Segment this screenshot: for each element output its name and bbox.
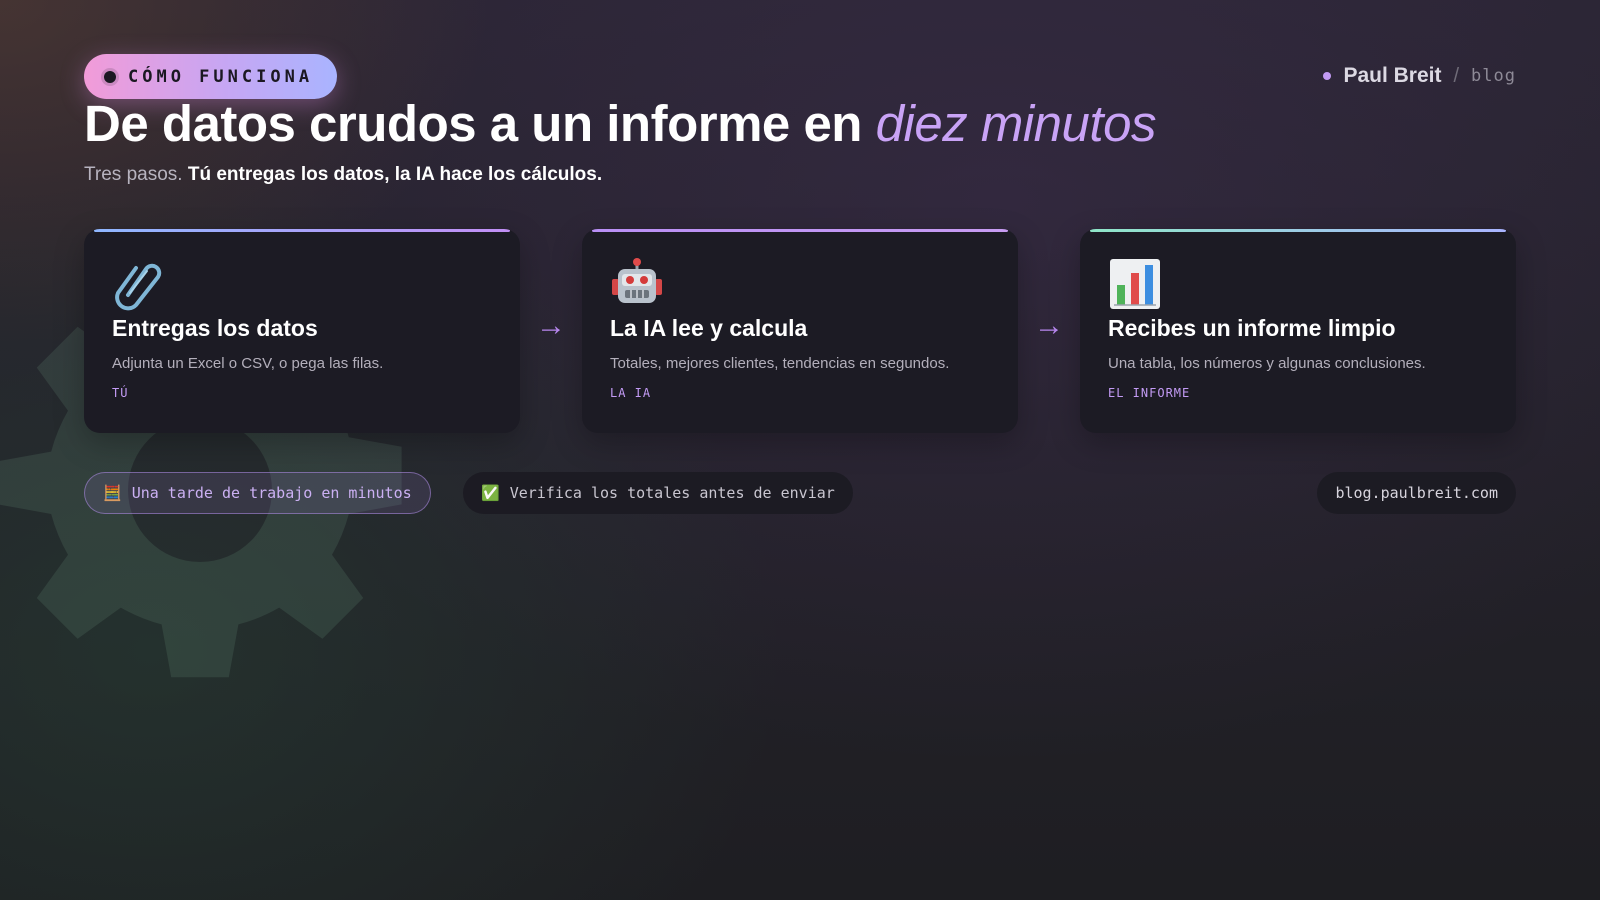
step-title: La IA lee y calcula xyxy=(610,315,808,341)
step-tag: TÚ xyxy=(112,386,129,400)
site-url-chip[interactable]: blog.paulbreit.com xyxy=(1317,472,1516,514)
brand-dot-icon xyxy=(1323,72,1332,80)
badge-dot-icon xyxy=(104,70,116,83)
step-tag: LA IA xyxy=(610,386,652,400)
time-saving-chip: 🧮 Una tarde de trabajo en minutos xyxy=(84,472,431,514)
bar-chart-icon xyxy=(1110,259,1160,309)
step-accent-bar xyxy=(1090,229,1506,232)
title-main: De datos crudos a un informe en xyxy=(84,95,876,152)
abacus-icon: 🧮 xyxy=(103,484,122,502)
step-tag: EL INFORME xyxy=(1108,386,1191,400)
brand-separator: / xyxy=(1453,64,1460,87)
step-card-3: Recibes un informe limpio Una tabla, los… xyxy=(1080,229,1516,433)
arrow-icon: → xyxy=(536,309,566,342)
brand: Paul Breit / blog xyxy=(1323,64,1516,88)
brand-name: Paul Breit xyxy=(1343,64,1442,87)
robot-icon xyxy=(612,258,662,303)
time-saving-label: Una tarde de trabajo en minutos xyxy=(131,484,412,502)
step-description: Totales, mejores clientes, tendencias en… xyxy=(610,355,950,372)
steps: Entregas los datos Adjunta un Excel o CS… xyxy=(84,229,1516,433)
step-title: Entregas los datos xyxy=(112,315,318,341)
step-description: Una tabla, los números y algunas conclus… xyxy=(1108,355,1426,372)
step-title: Recibes un informe limpio xyxy=(1108,315,1396,341)
site-url[interactable]: blog.paulbreit.com xyxy=(1335,484,1498,502)
subtitle-plain: Tres pasos. xyxy=(84,164,188,185)
brand-section: blog xyxy=(1471,66,1516,86)
page-title: De datos crudos a un informe en diez min… xyxy=(84,94,1156,153)
step-card-1: Entregas los datos Adjunta un Excel o CS… xyxy=(84,229,520,433)
section-badge: CÓMO FUNCIONA xyxy=(84,54,338,99)
footer-chips: 🧮 Una tarde de trabajo en minutos ✅ Veri… xyxy=(84,472,1516,514)
check-icon: ✅ xyxy=(481,484,500,502)
step-accent-bar xyxy=(94,229,510,232)
step-description: Adjunta un Excel o CSV, o pega las filas… xyxy=(112,355,384,372)
title-accent: diez minutos xyxy=(875,95,1157,152)
verify-label: Verifica los totales antes de enviar xyxy=(509,484,835,502)
section-badge-label: CÓMO FUNCIONA xyxy=(128,66,314,87)
step-accent-bar xyxy=(592,229,1008,232)
arrow-icon: → xyxy=(1034,309,1064,342)
verify-chip: ✅ Verifica los totales antes de enviar xyxy=(463,472,853,514)
paperclip-icon xyxy=(115,263,162,311)
subtitle-bold: Tú entregas los datos, la IA hace los cá… xyxy=(187,164,603,185)
page-subtitle: Tres pasos. Tú entregas los datos, la IA… xyxy=(84,164,602,186)
step-card-2: La IA lee y calcula Totales, mejores cli… xyxy=(582,229,1018,433)
